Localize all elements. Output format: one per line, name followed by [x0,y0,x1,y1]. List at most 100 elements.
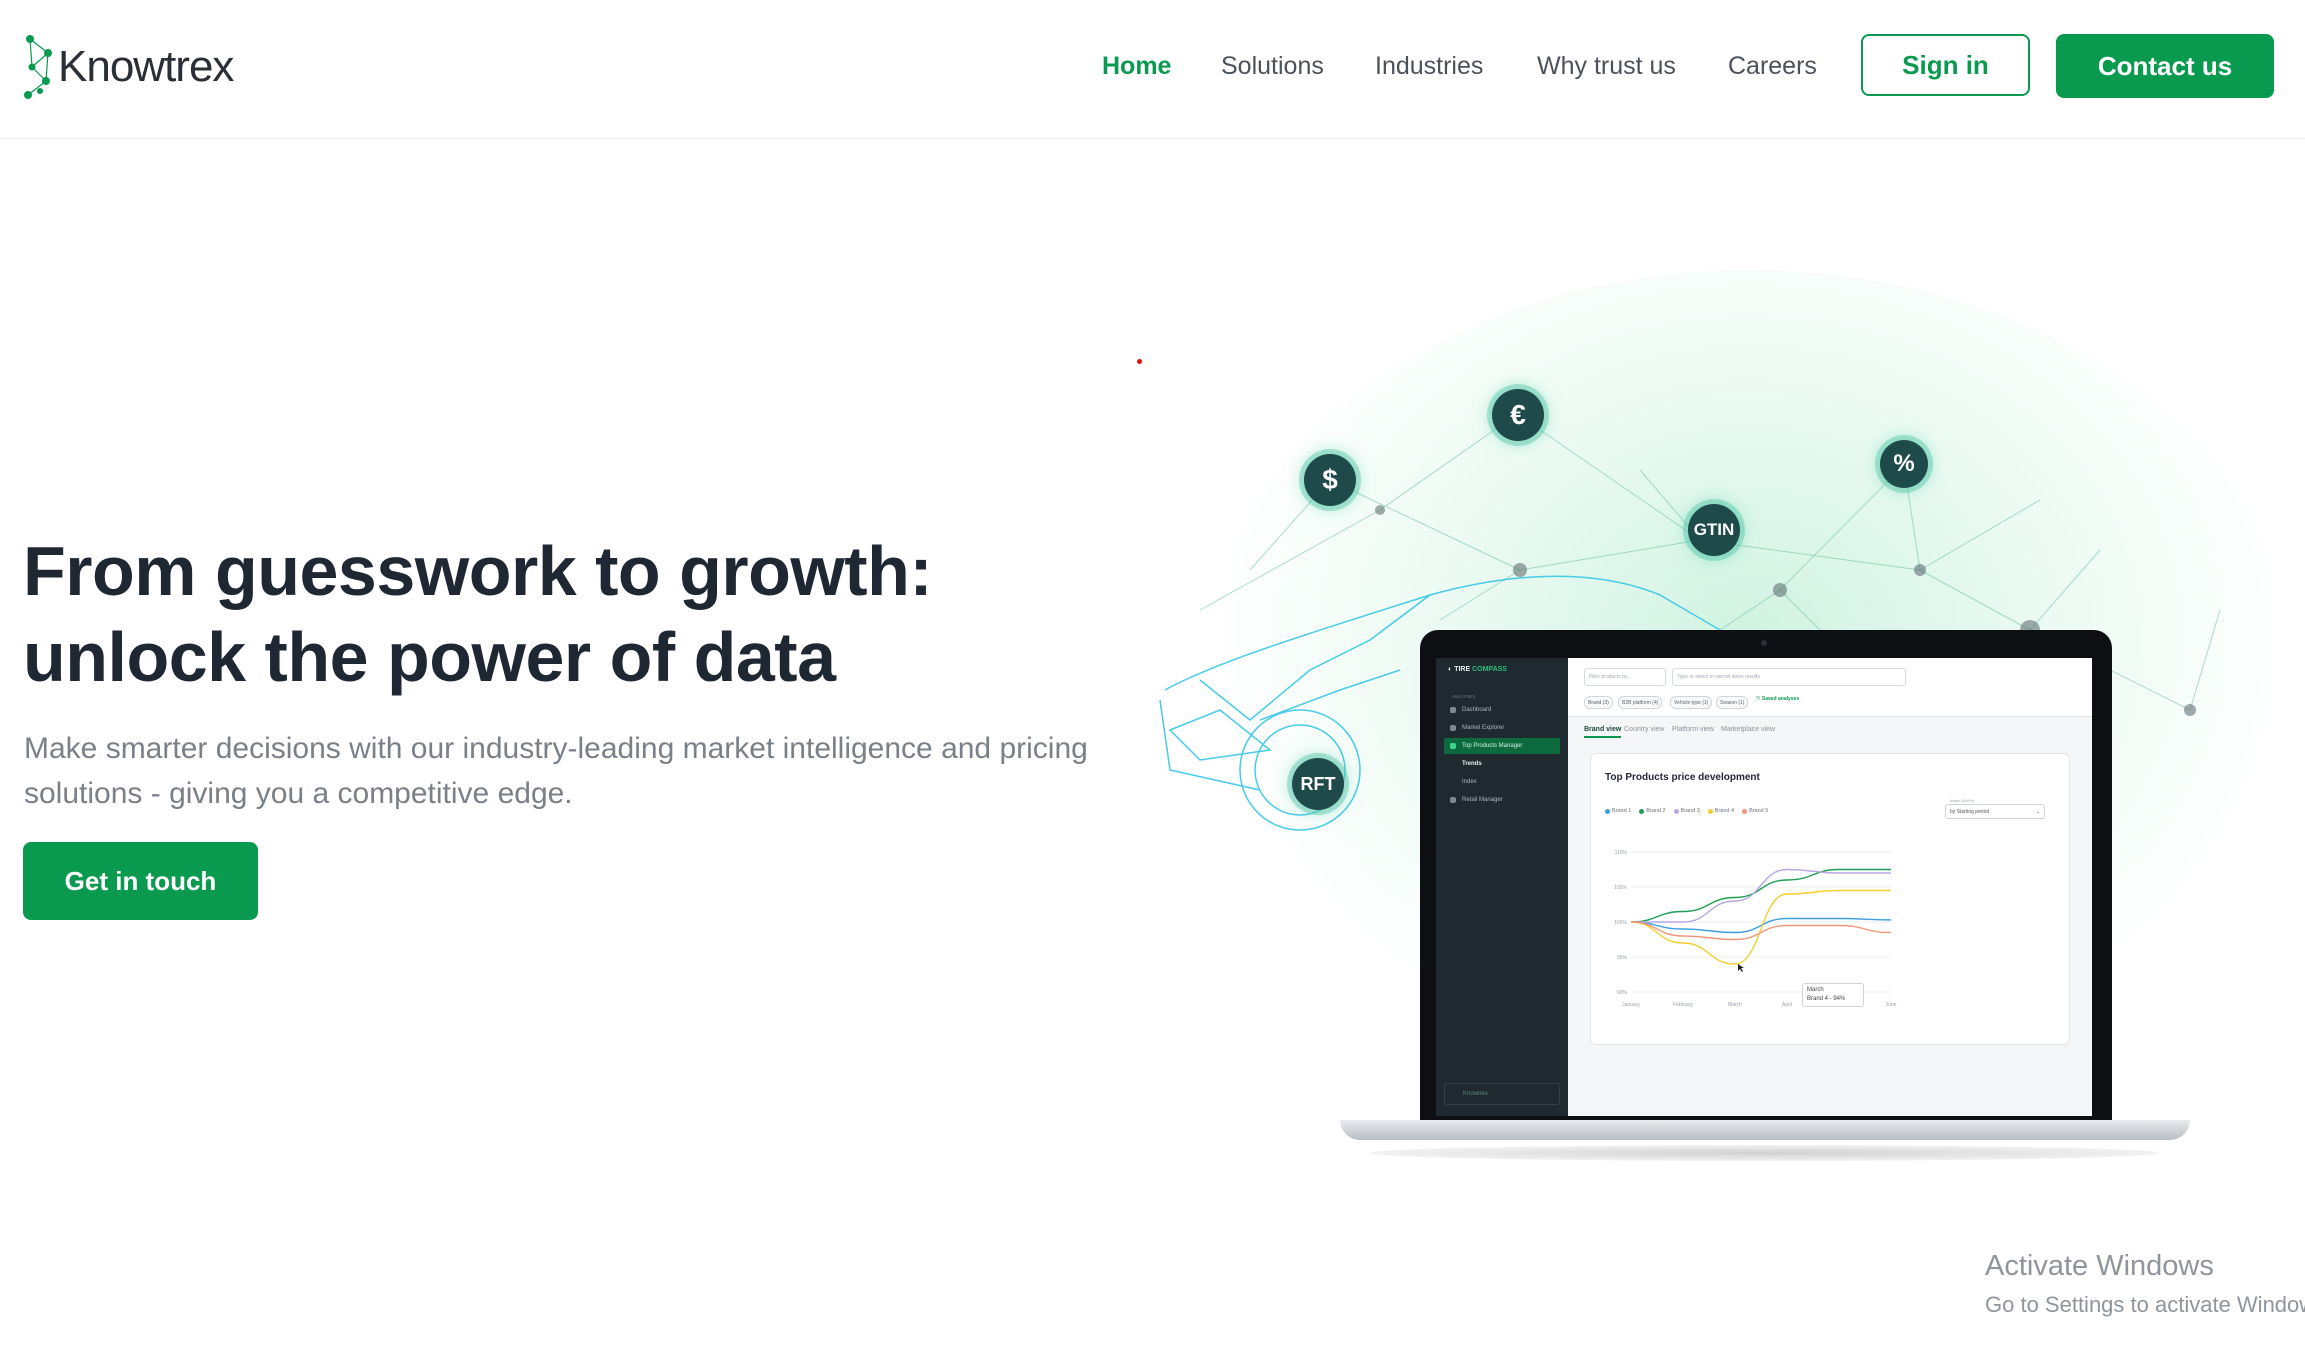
app-sidebar: ◐ TIRE COMPASS ANALYSES Dashboard Market… [1436,658,1568,1116]
y-tick-label: 90% [1617,990,1628,996]
x-tick-label: April [1782,1002,1792,1008]
nav-why-trust-us[interactable]: Why trust us [1537,52,1676,81]
nav-solutions[interactable]: Solutions [1221,52,1324,81]
rft-badge: RFT [1292,758,1344,810]
legend-swatch [1605,808,1610,814]
sidebar-item-label: Top Products Manager [1462,743,1523,749]
laptop: ◐ TIRE COMPASS ANALYSES Dashboard Market… [1420,630,2112,1130]
activate-windows-title: Activate Windows [1985,1250,2214,1282]
get-in-touch-button[interactable]: Get in touch [23,842,258,920]
logo-text: Knowtrex [58,42,234,91]
laptop-screen: ◐ TIRE COMPASS ANALYSES Dashboard Market… [1436,658,2092,1116]
saved-analyses-label: Saved analyses [1761,696,1800,702]
filter-chip[interactable]: Brand (3) [1584,696,1613,709]
tab-marketplace-view[interactable]: Marketplace view [1721,726,1775,733]
series-line-brand-2 [1630,868,1891,923]
chart-tooltip: March Brand 4 - 94% [1802,983,1864,1007]
tab-platform-view[interactable]: Platform view [1672,726,1714,733]
tooltip-month: March [1807,987,1824,993]
hero-title: From guesswork to growth: unlock the pow… [23,528,1023,700]
y-tick-label: 110% [1615,850,1628,856]
app-main: Filter products by... Type or select to … [1568,658,2092,1116]
legend-swatch [1707,808,1713,814]
logo[interactable]: Knowtrex [22,32,234,102]
sidebar-item-retail-manager[interactable]: Retail Manager [1444,792,1560,808]
app-brand: ◐ TIRE COMPASS [1448,666,1507,673]
dollar-icon: $ [1304,454,1356,506]
nav-careers[interactable]: Careers [1728,52,1817,81]
legend-label: Brand 1 [1612,808,1632,814]
app-brand-name: TIRE [1454,666,1471,673]
camera-dot [1761,640,1767,646]
narrow-results-input[interactable]: Type or select to narrow down results [1672,668,1906,686]
sidebar-item-trends[interactable]: Trends [1444,756,1560,772]
legend-swatch [1673,808,1679,814]
filter-products-select[interactable]: Filter products by... [1584,668,1666,686]
hero-illustration: $ € % GTIN RFT ◐ TIRE COMPASS ANALYSES D… [1140,250,2300,1200]
explorer-icon [1450,725,1456,731]
tooltip-value: Brand 4 - 94% [1807,996,1846,1002]
gtin-badge: GTIN [1688,504,1740,556]
legend-label: Brand 5 [1749,808,1769,814]
sidebar-item-index[interactable]: Index [1444,774,1560,790]
logo-network-icon [22,33,60,101]
sidebar-item-label: Index [1462,779,1477,785]
legend-label: Brand 4 [1714,808,1735,814]
price-development-card: Top Products price development Brand 1 Br… [1590,753,2070,1045]
sidebar-item-label: Trends [1462,761,1482,767]
hero-title-line2: unlock the power of data [23,618,836,696]
x-tick-label: February [1673,1002,1694,1008]
select-value: by Starting period [1950,808,1990,815]
legend-item[interactable]: Brand 1 [1605,808,1631,814]
legend-item[interactable]: Brand 2 [1639,808,1666,814]
sign-in-button[interactable]: Sign in [1861,34,2030,96]
chart-title: Top Products price development [1605,772,1760,783]
dashboard-icon [1450,707,1456,713]
hero-title-line1: From guesswork to growth: [23,532,933,610]
sidebar-item-label: Market Explorer [1462,725,1505,731]
filter-chip[interactable]: Vehicle type (1) [1670,696,1713,709]
percent-icon: % [1880,440,1928,488]
sidebar-item-label: Dashboard [1462,707,1492,713]
view-tabs: Brand view Country view Platform view Ma… [1568,722,2092,744]
activate-windows-subtitle: Go to Settings to activate Windows. [1985,1292,2305,1317]
filter-chip[interactable]: Season (1) [1716,696,1749,709]
filter-chip[interactable]: B2B platform (4) [1618,696,1663,709]
chevron-down-icon: ⌄ [2035,808,2040,815]
series-line-brand-3 [1631,868,1891,923]
sidebar-item-top-products-manager[interactable]: Top Products Manager [1444,738,1560,754]
y-tick-label: 105% [1614,885,1627,891]
nav-industries[interactable]: Industries [1375,52,1483,81]
legend-swatch [1742,808,1748,814]
legend-label: Brand 2 [1646,808,1666,814]
mouse-cursor-icon [1738,964,1744,972]
laptop-shadow [1370,1145,2160,1161]
euro-icon: € [1492,389,1544,441]
sidebar-footer-logo: Knowtrex [1444,1083,1560,1105]
app-filter-bar: Filter products by... Type or select to … [1568,658,2092,717]
legend-label: Brand 3 [1680,808,1700,814]
sidebar-item-market-explorer[interactable]: Market Explorer [1444,720,1560,736]
saved-analyses-link[interactable]: ♡ Saved analyses [1756,696,1799,702]
sidebar-item-dashboard[interactable]: Dashboard [1444,702,1560,718]
x-tick-label: March [1728,1002,1742,1008]
index-select-label: Index (100%) [1950,798,1974,803]
contact-us-button[interactable]: Contact us [2056,34,2274,98]
site-header: Knowtrex Home Solutions Industries Why t… [0,0,2305,139]
x-tick-label: June [1886,1002,1897,1008]
series-line-brand-4 [1630,889,1891,965]
location-pin-icon [1450,743,1456,749]
y-tick-label: 100% [1614,920,1627,926]
nav-home[interactable]: Home [1102,52,1171,81]
laptop-base [1340,1120,2190,1140]
starting-period-select[interactable]: by Starting period ⌄ [1945,804,2045,819]
tab-country-view[interactable]: Country view [1624,726,1664,733]
y-tick-label: 95% [1617,955,1628,961]
legend-swatch [1639,808,1645,814]
hero-subtitle-line2: solutions - giving you a competitive edg… [24,777,573,810]
sidebar-item-label: Retail Manager [1462,797,1503,803]
tab-brand-view[interactable]: Brand view [1584,726,1622,738]
legend-item[interactable]: Brand 3 [1673,808,1700,814]
legend-item[interactable]: Brand 4 [1707,808,1735,814]
legend-item[interactable]: Brand 5 [1742,808,1768,814]
